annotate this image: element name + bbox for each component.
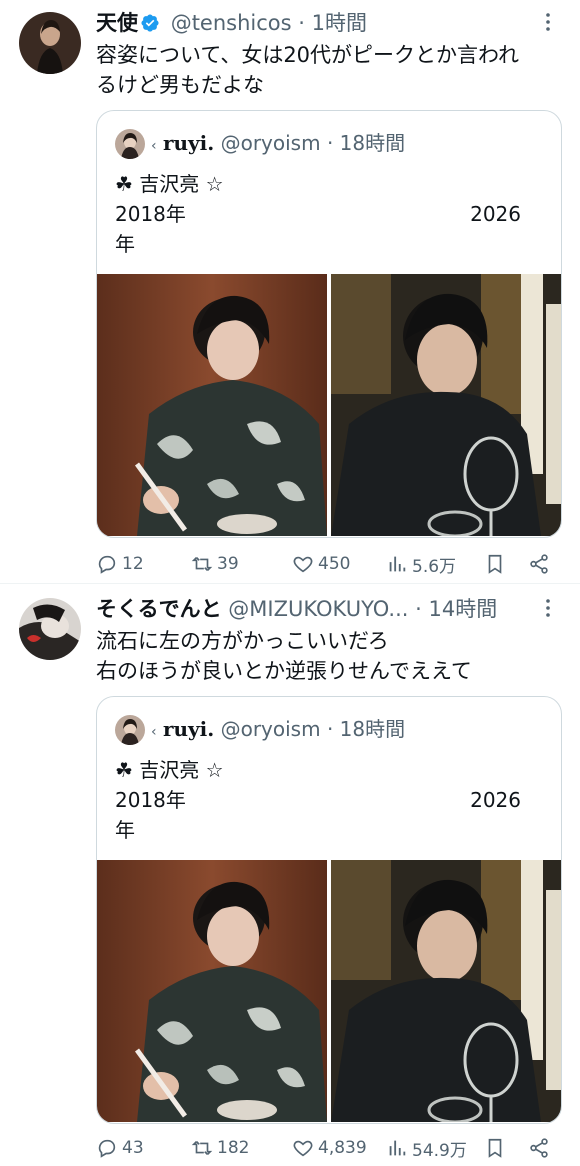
- quoted-avatar: [115, 129, 145, 159]
- reply-button[interactable]: 43: [96, 1132, 144, 1164]
- separator-dot: ·: [415, 597, 422, 621]
- display-name[interactable]: 天使: [96, 11, 138, 35]
- quoted-header: ‹ ruyi. @oryoism · 18時間: [151, 717, 406, 741]
- repost-button[interactable]: 182: [191, 1132, 249, 1164]
- like-count: 4,839: [318, 1138, 367, 1158]
- tweet-text: 容姿について、女は20代がピークとか言われ るけど男もだよな: [96, 43, 519, 97]
- share-icon[interactable]: [528, 1132, 554, 1164]
- more-icon[interactable]: [536, 596, 560, 620]
- tweet[interactable]: そくるでんと @MIZUKOKUYO... · 14時間 流石に左の方がかっこい…: [0, 584, 580, 1166]
- quoted-timestamp: 18時間: [339, 131, 406, 155]
- views-icon: [389, 1140, 406, 1156]
- tweet[interactable]: 天使 @tenshicos · 1時間 容姿について、女は20代がピークとか言わ…: [0, 0, 580, 584]
- photo-left[interactable]: [97, 860, 327, 1122]
- repost-count: 182: [217, 1138, 250, 1158]
- quoted-text-left: 2018年: [115, 788, 186, 812]
- like-icon: [293, 556, 313, 573]
- quoted-handle: @oryoism: [220, 131, 321, 155]
- quoted-tweet[interactable]: ‹ ruyi. @oryoism · 18時間 ☘ 吉沢亮 ☆ 2018年 20…: [96, 110, 562, 538]
- separator-dot: ·: [326, 131, 334, 155]
- views-count: 5.6万: [412, 556, 457, 577]
- quoted-text-left: 2018年: [115, 202, 186, 226]
- photo-right[interactable]: [331, 860, 561, 1122]
- handle[interactable]: @MIZUKOKUYO...: [228, 597, 408, 621]
- more-icon[interactable]: [536, 10, 560, 34]
- quoted-display-name: ruyi.: [162, 717, 215, 741]
- action-bar: 12 39 450 5.6万: [96, 548, 562, 580]
- repost-icon: [191, 556, 213, 572]
- views-icon: [389, 556, 406, 572]
- separator-dot: ·: [298, 11, 305, 35]
- repost-icon: [191, 1140, 213, 1156]
- quoted-timestamp: 18時間: [339, 717, 406, 741]
- quoted-display-name: ruyi.: [162, 131, 215, 155]
- repost-count: 39: [217, 554, 239, 574]
- action-bar: 43 182 4,839 54.9万: [96, 1132, 562, 1164]
- quoted-handle: @oryoism: [220, 717, 321, 741]
- avatar[interactable]: [19, 598, 81, 660]
- quoted-text-line: 年: [115, 818, 135, 842]
- reply-icon: [98, 1139, 116, 1158]
- like-icon: [293, 1140, 313, 1157]
- media-grid: [97, 274, 561, 536]
- repost-button[interactable]: 39: [191, 548, 239, 580]
- reply-count: 12: [122, 554, 144, 574]
- quoted-avatar: [115, 715, 145, 745]
- handle[interactable]: @tenshicos: [171, 11, 292, 35]
- photo-left[interactable]: [97, 274, 327, 536]
- views-count: 54.9万: [412, 1140, 467, 1161]
- verified-badge-icon: [140, 11, 160, 32]
- reply-icon: [98, 555, 116, 574]
- timestamp[interactable]: 1時間: [312, 11, 367, 35]
- quoted-text-right: 2026: [470, 788, 521, 812]
- separator-dot: ·: [326, 717, 334, 741]
- media-grid: [97, 860, 561, 1122]
- tweet-header: そくるでんと @MIZUKOKUYO... · 14時間: [96, 594, 540, 624]
- views-button[interactable]: 5.6万: [386, 548, 456, 580]
- timestamp[interactable]: 14時間: [429, 597, 498, 621]
- quoted-tweet[interactable]: ‹ ruyi. @oryoism · 18時間 ☘ 吉沢亮 ☆ 2018年 20…: [96, 696, 562, 1124]
- quoted-header: ‹ ruyi. @oryoism · 18時間: [151, 131, 406, 155]
- bookmark-icon[interactable]: [484, 548, 510, 580]
- photo-right[interactable]: [331, 274, 561, 536]
- views-button[interactable]: 54.9万: [386, 1132, 467, 1164]
- reply-count: 43: [122, 1138, 144, 1158]
- quoted-text-line: 年: [115, 232, 135, 256]
- like-button[interactable]: 450: [292, 548, 350, 580]
- quoted-text-line: ☘ 吉沢亮 ☆: [115, 172, 224, 196]
- avatar[interactable]: [19, 12, 81, 74]
- quoted-text-right: 2026: [470, 202, 521, 226]
- like-button[interactable]: 4,839: [292, 1132, 367, 1164]
- quoted-text-line: ☘ 吉沢亮 ☆: [115, 758, 224, 782]
- like-count: 450: [318, 554, 351, 574]
- tweet-header: 天使 @tenshicos · 1時間: [96, 8, 540, 38]
- bookmark-icon[interactable]: [484, 1132, 510, 1164]
- reply-button[interactable]: 12: [96, 548, 144, 580]
- display-name[interactable]: そくるでんと: [96, 597, 222, 621]
- share-icon[interactable]: [528, 548, 554, 580]
- tweet-text: 流石に左の方がかっこいいだろ 右のほうが良いとか逆張りせんでええて: [96, 629, 472, 683]
